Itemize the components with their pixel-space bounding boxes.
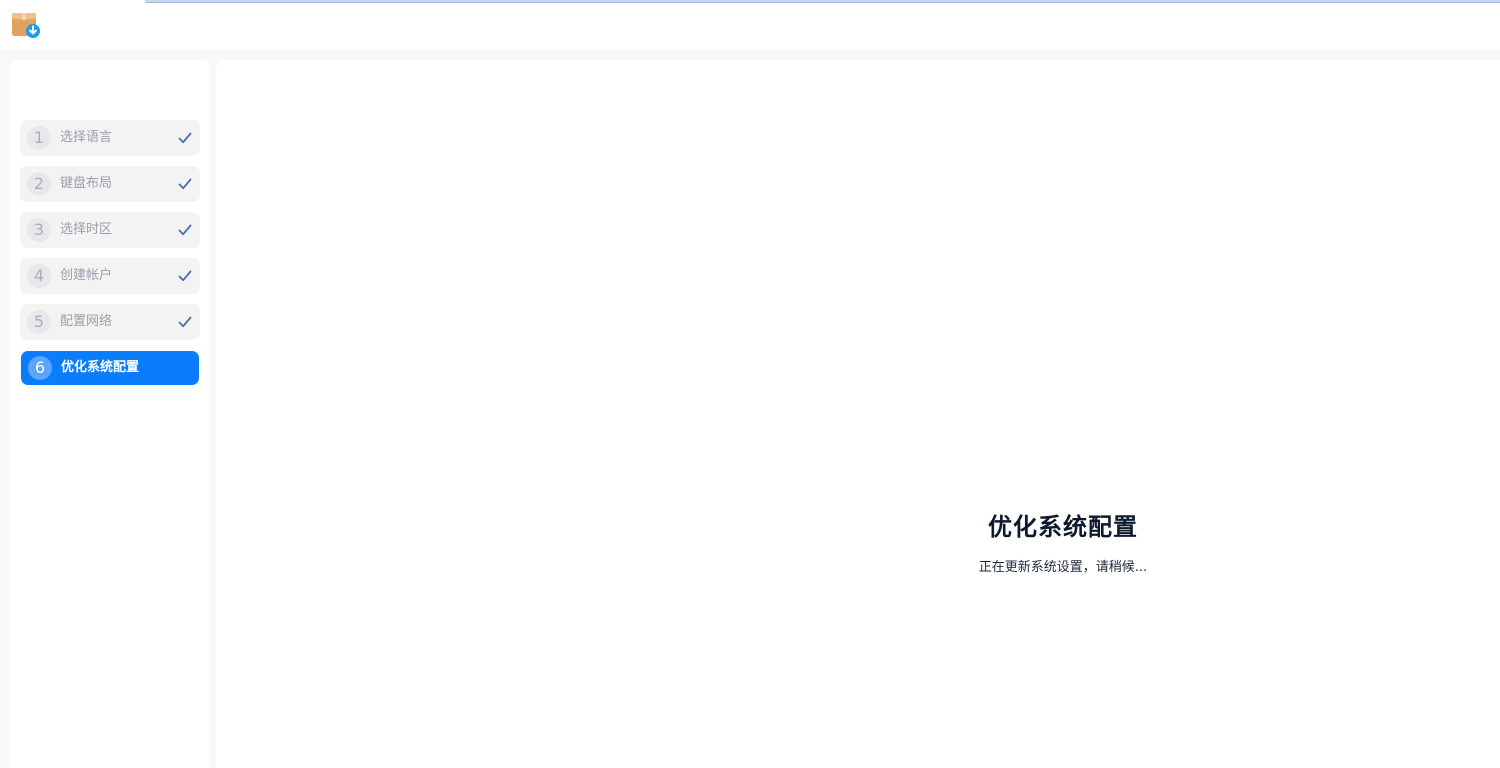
page-title: 优化系统配置 <box>988 513 1138 541</box>
check-icon <box>178 224 192 236</box>
top-progress-line <box>145 0 1500 3</box>
step-keyboard-layout[interactable]: 2 键盘布局 <box>20 166 200 202</box>
main-content: 优化系统配置 正在更新系统设置，请稍候... <box>216 60 1500 768</box>
check-icon <box>178 316 192 328</box>
step-label: 优化系统配置 <box>61 360 140 375</box>
installer-package-download-icon <box>12 13 40 38</box>
check-icon <box>178 270 192 282</box>
step-label: 配置网络 <box>60 314 113 329</box>
title-bar <box>0 0 1500 50</box>
step-number: 2 <box>27 172 51 196</box>
check-icon <box>178 178 192 190</box>
step-create-account[interactable]: 4 创建帐户 <box>20 258 200 294</box>
step-label: 选择语言 <box>60 130 113 145</box>
step-label: 键盘布局 <box>60 176 113 191</box>
step-number: 5 <box>27 310 51 334</box>
step-number: 3 <box>27 218 51 242</box>
step-configure-network[interactable]: 5 配置网络 <box>20 304 200 340</box>
step-number: 6 <box>28 356 52 380</box>
step-optimize-system[interactable]: 6 优化系统配置 <box>21 351 199 385</box>
steps-sidebar: 1 选择语言 2 键盘布局 3 选择时区 4 创建帐户 5 配置网络 6 优化系… <box>10 60 210 768</box>
check-icon <box>178 132 192 144</box>
step-number: 4 <box>27 264 51 288</box>
step-select-timezone[interactable]: 3 选择时区 <box>20 212 200 248</box>
step-label: 选择时区 <box>60 222 113 237</box>
step-label: 创建帐户 <box>60 268 113 283</box>
step-select-language[interactable]: 1 选择语言 <box>20 120 200 156</box>
status-message: 正在更新系统设置，请稍候... <box>978 560 1148 575</box>
step-number: 1 <box>27 126 51 150</box>
